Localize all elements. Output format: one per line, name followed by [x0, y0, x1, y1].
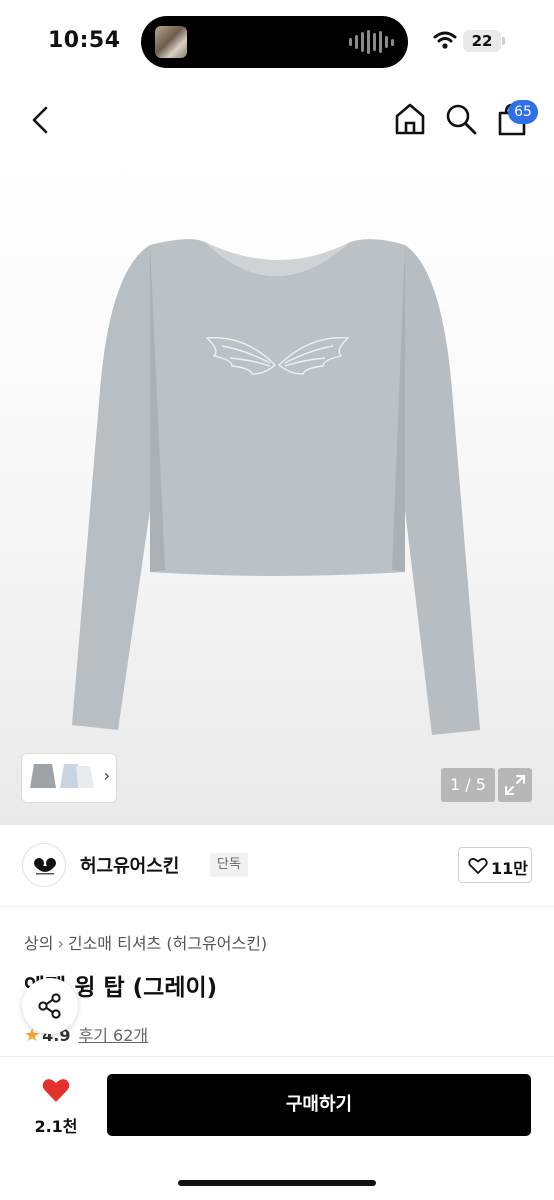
breadcrumb-subcategory[interactable]: 긴소매 티셔츠 (허그유어스킨) — [68, 934, 267, 953]
battery-tip — [502, 37, 505, 45]
exclusive-tag: 단독 — [210, 853, 248, 877]
audio-wave-icon — [349, 30, 394, 54]
status-bar: 10:54 22 — [0, 0, 554, 84]
image-counter: 1 / 5 — [441, 768, 495, 802]
cart-count-badge: 65 — [508, 100, 538, 124]
thumbnail-image[interactable] — [26, 758, 96, 798]
home-indicator — [178, 1180, 376, 1186]
breadcrumb-separator-icon: › — [57, 934, 64, 953]
brand-logo-icon — [34, 858, 56, 875]
breadcrumb: 상의 › 긴소매 티셔츠 (허그유어스킨) — [24, 930, 267, 954]
share-icon — [38, 993, 61, 1019]
product-image[interactable]: › 1 / 5 — [0, 160, 554, 825]
search-icon[interactable] — [443, 101, 479, 137]
buy-button[interactable]: 구매하기 — [107, 1074, 531, 1136]
brand-like-button[interactable]: 11만 — [458, 847, 532, 883]
brand-row: 허그유어스킨 단독 11만 — [22, 843, 532, 887]
chevron-right-icon: › — [103, 766, 110, 785]
brand-logo[interactable] — [22, 843, 66, 887]
expand-button[interactable] — [498, 768, 532, 802]
long-sleeve-top-illustration — [72, 239, 480, 735]
breadcrumb-category[interactable]: 상의 — [24, 934, 53, 953]
battery-indicator: 22 — [463, 30, 501, 52]
back-button[interactable] — [24, 102, 58, 138]
share-button[interactable] — [22, 978, 78, 1034]
reviews-link[interactable]: 후기 62개 — [78, 1026, 148, 1045]
now-playing-thumbnail — [155, 26, 187, 58]
brand-like-count: 11만 — [491, 859, 528, 878]
bottom-action-bar: 2.1천 구매하기 — [0, 1056, 554, 1200]
home-icon[interactable] — [392, 100, 428, 138]
expand-icon — [505, 775, 525, 795]
heart-outline-icon — [468, 858, 488, 874]
heart-filled-icon — [42, 1079, 70, 1102]
thumbnail-strip[interactable]: › — [22, 754, 116, 802]
product-page: 10:54 22 65 › 1 / 5 허그유어스킨 단독 11만 상의 › 긴… — [0, 0, 554, 1200]
wifi-icon — [433, 31, 457, 49]
favorite-button[interactable]: 2.1천 — [24, 1075, 88, 1137]
dynamic-island[interactable] — [141, 16, 408, 68]
brand-name[interactable]: 허그유어스킨 — [80, 852, 179, 878]
status-time: 10:54 — [48, 28, 121, 53]
favorite-count: 2.1천 — [34, 1117, 78, 1136]
divider — [0, 906, 554, 907]
